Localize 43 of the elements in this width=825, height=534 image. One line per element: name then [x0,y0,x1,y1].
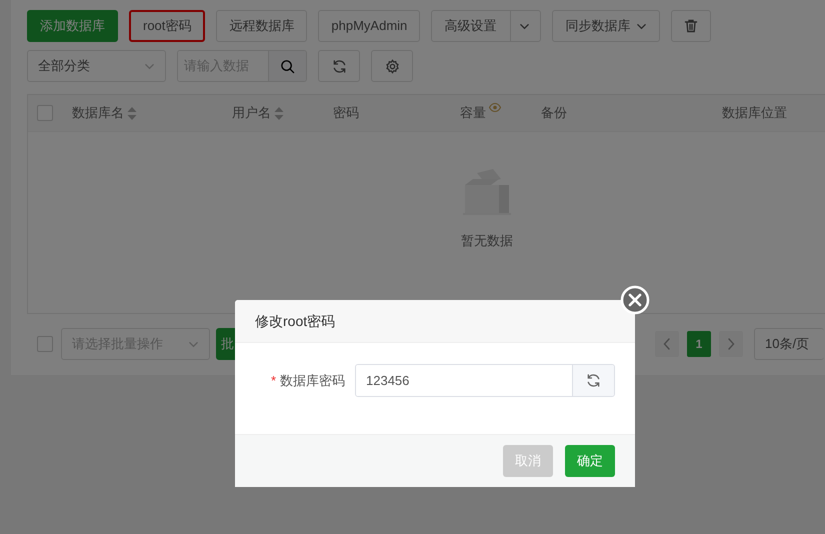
toolbar-button[interactable]: root密码 [129,10,206,42]
dialog-title: 修改root密码 [255,312,336,330]
select-all-checkbox[interactable] [37,336,53,352]
empty-message: 暂无数据 [461,232,513,250]
sort-icon[interactable] [274,106,284,120]
select-all-checkbox[interactable] [37,105,53,121]
split-button[interactable]: 高级设置 [431,10,542,42]
refresh-icon [586,373,601,388]
chevron-left-icon [663,338,671,350]
previous-page-button[interactable] [655,331,679,357]
page-size-select[interactable]: 10条/页 [754,328,824,360]
add-database-button[interactable]: 添加数据库 [27,10,118,42]
column-header: 备份 [541,104,567,122]
eye-icon[interactable] [489,103,501,112]
chevron-right-icon [727,338,735,350]
generate-password-button[interactable] [572,365,614,396]
refresh-button[interactable] [318,50,360,82]
trash-icon [684,19,698,33]
page-button[interactable]: 1 [687,331,711,357]
sort-icon[interactable] [127,106,137,120]
category-select[interactable]: 全部分类 [27,50,166,82]
next-page-button[interactable] [719,331,743,357]
column-header: 数据库名 [72,104,124,122]
password-box[interactable]: 123456 [355,364,615,397]
column-header: 密码 [333,104,359,122]
required-asterisk: * [270,372,276,390]
column-header: 用户名 [232,104,271,122]
toolbar-button[interactable]: phpMyAdmin [318,10,420,42]
select-value: 全部分类 [38,57,90,76]
search-icon [280,58,295,74]
search-button[interactable] [268,51,306,81]
column-header: 数据库位置 [722,104,787,122]
refresh-icon [332,58,346,74]
toolbar-button[interactable]: 远程数据库 [216,10,308,42]
delete-button[interactable] [671,10,712,42]
settings-button[interactable] [371,50,413,82]
gear-icon [384,58,400,74]
button-label[interactable]: 高级设置 [444,16,496,36]
field-label: 数据库密码 [280,372,345,390]
button-label[interactable]: 同步数据库 [565,16,630,36]
confirm-button[interactable]: 确定 [565,445,615,477]
dropdown-button[interactable]: 同步数据库 [552,10,660,42]
column-header: 容量 [460,104,486,122]
